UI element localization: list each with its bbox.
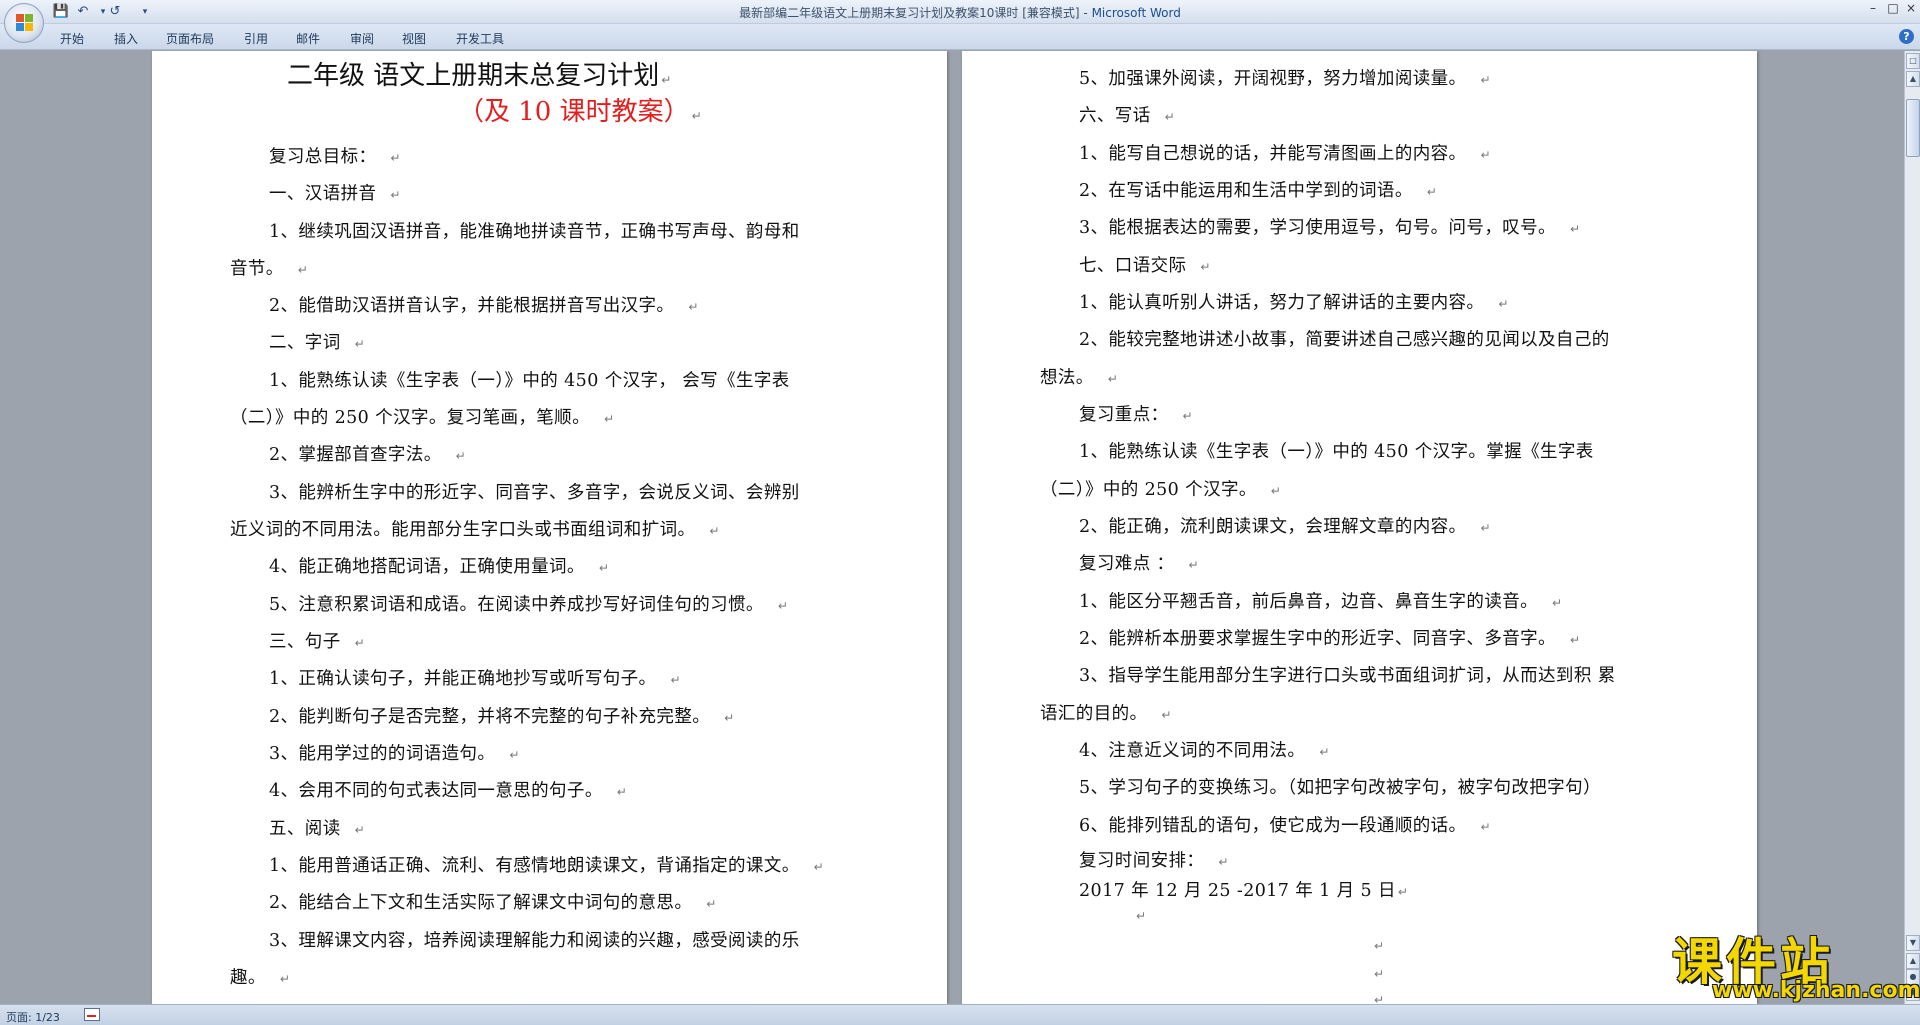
section-heading: 五、阅读 ↵ bbox=[269, 819, 366, 839]
vertical-scrollbar[interactable]: □ ▲ ▼ ▲ ● ▼ bbox=[1904, 51, 1920, 1004]
paragraph: 5、注意积累词语和成语。在阅读中养成抄写好词佳句的习惯。 ↵ bbox=[269, 595, 789, 615]
document-page-2[interactable]: 5、加强课外阅读，开阔视野，努力增加阅读量。 ↵ 六、写话 ↵ 1、能写自己想说的话… bbox=[962, 51, 1757, 1004]
section-heading: 七、口语交际 ↵ bbox=[1079, 256, 1211, 276]
paragraph: 1、能用普通话正确、流利、有感情地朗读课文，背诵指定的课文。 ↵ bbox=[269, 856, 825, 876]
section-heading: 复习重点： ↵ bbox=[1079, 405, 1193, 425]
paragraph: 4、会用不同的句式表达同一意思的句子。 ↵ bbox=[269, 781, 628, 801]
paragraph: 音节。 ↵ bbox=[230, 259, 309, 279]
paragraph: 1、继续巩固汉语拼音，能准确地拼读音节，正确书写声母、韵母和 bbox=[269, 222, 800, 242]
paragraph: 趣。 ↵ bbox=[230, 968, 291, 988]
status-bar: 页面: 1/23 bbox=[0, 1004, 1920, 1025]
paragraph: 1、能熟练认读《生字表（一）》中的 450 个汉字。掌握《生字表 bbox=[1079, 442, 1594, 462]
scroll-up-icon[interactable]: ▲ bbox=[1906, 71, 1920, 87]
paragraph: 2、掌握部首查字法。 ↵ bbox=[269, 445, 467, 465]
paragraph: 2、能较完整地讲述小故事，简要讲述自己感兴趣的见闻以及自己的 bbox=[1079, 330, 1610, 350]
section-heading: 二、字词 ↵ bbox=[269, 333, 366, 353]
tab-insert[interactable]: 插入 bbox=[114, 30, 138, 47]
section-heading: 六、写话 ↵ bbox=[1079, 106, 1176, 126]
office-logo-icon bbox=[16, 14, 34, 32]
document-page-1[interactable]: 二年级 语文上册期末总复习计划 ↵ （及 10 课时教案） ↵ 复习总目标： ↵ 一、… bbox=[152, 51, 947, 1004]
empty-paragraph: ↵ bbox=[1136, 909, 1147, 923]
paragraph: 2、能正确，流利朗读课文，会理解文章的内容。 ↵ bbox=[1079, 517, 1491, 537]
section-heading: 一、汉语拼音 ↵ bbox=[269, 184, 401, 204]
paragraph: （二）》中的 250 个汉字。 ↵ bbox=[1040, 480, 1282, 500]
paragraph: 语汇的目的。 ↵ bbox=[1040, 704, 1172, 724]
document-name: 最新部编二年级语文上册期末复习计划及教案10课时 [兼容模式] bbox=[739, 6, 1080, 20]
paragraph: 近义词的不同用法。能用部分生字口头或书面组词和扩词。 ↵ bbox=[230, 520, 720, 540]
ruler-toggle-icon[interactable]: □ bbox=[1906, 53, 1920, 69]
paragraph: 6、能排列错乱的语句，使它成为一段通顺的话。 ↵ bbox=[1079, 816, 1491, 836]
paragraph: 5、学习句子的变换练习。（如把字句改被字句，被字句改把字句） bbox=[1079, 778, 1601, 798]
section-heading: 三、句子 ↵ bbox=[269, 632, 366, 652]
app-name: Microsoft Word bbox=[1091, 6, 1181, 20]
paragraph: 2、在写话中能运用和生活中学到的词语。 ↵ bbox=[1079, 181, 1438, 201]
paragraph: 4、注意近义词的不同用法。 ↵ bbox=[1079, 741, 1330, 761]
tab-page-layout[interactable]: 页面布局 bbox=[166, 30, 214, 47]
paragraph: 2、能判断句子是否完整，并将不完整的句子补充完整。 ↵ bbox=[269, 707, 735, 727]
empty-paragraph: ↵ bbox=[1374, 993, 1385, 1004]
paragraph: 复习总目标： ↵ bbox=[269, 147, 401, 167]
paragraph: 3、指导学生能用部分生字进行口头或书面组词扩词，从而达到积 累 bbox=[1079, 666, 1616, 686]
tab-home[interactable]: 开始 bbox=[60, 30, 84, 47]
paragraph: 想法。 ↵ bbox=[1040, 368, 1119, 388]
tab-view[interactable]: 视图 bbox=[402, 30, 426, 47]
paragraph: 1、能区分平翘舌音，前后鼻音，边音、鼻音生字的读音。 ↵ bbox=[1079, 592, 1563, 612]
paragraph: 3、能根据表达的需要，学习使用逗号，句号。问号，叹号。 ↵ bbox=[1079, 218, 1581, 238]
watermark: 课件站 www.kjzhan.com bbox=[1668, 922, 1920, 1003]
section-heading: 复习时间安排： ↵ bbox=[1079, 851, 1229, 871]
empty-paragraph: ↵ bbox=[1374, 967, 1385, 981]
paragraph: （二）》中的 250 个汉字。复习笔画，笔顺。 ↵ bbox=[230, 408, 615, 428]
empty-paragraph: ↵ bbox=[1374, 939, 1385, 953]
office-button[interactable] bbox=[4, 3, 44, 43]
tab-mailings[interactable]: 邮件 bbox=[296, 30, 320, 47]
paragraph: 2、能结合上下文和生活实际了解课文中词句的意思。 ↵ bbox=[269, 893, 717, 913]
page-subtitle: （及 10 课时教案） ↵ bbox=[458, 97, 702, 127]
title-separator: - bbox=[1079, 6, 1092, 20]
paragraph: 3、能辨析生字中的形近字、同音字、多音字，会说反义词、会辨别 bbox=[269, 483, 800, 503]
scroll-thumb[interactable] bbox=[1906, 99, 1920, 157]
ribbon-tabs: 开始 插入 页面布局 引用 邮件 审阅 视图 开发工具 ? bbox=[0, 24, 1920, 50]
paragraph: 5、加强课外阅读，开阔视野，努力增加阅读量。 ↵ bbox=[1079, 69, 1491, 89]
paragraph: 3、理解课文内容，培养阅读理解能力和阅读的兴趣，感受阅读的乐 bbox=[269, 931, 800, 951]
tab-review[interactable]: 审阅 bbox=[350, 30, 374, 47]
section-heading: 复习难点 ： ↵ bbox=[1079, 554, 1199, 574]
paragraph: 1、能写自己想说的话，并能写清图画上的内容。 ↵ bbox=[1079, 144, 1491, 164]
paragraph: 3、能用学过的的词语造句。 ↵ bbox=[269, 744, 520, 764]
paragraph: 1、正确认读句子，并能正确地抄写或听写句子。 ↵ bbox=[269, 669, 681, 689]
paragraph: 4、能正确地搭配词语，正确使用量词。 ↵ bbox=[269, 557, 610, 577]
tab-developer[interactable]: 开发工具 bbox=[456, 30, 504, 47]
window-title: 最新部编二年级语文上册期末复习计划及教案10课时 [兼容模式] - Micros… bbox=[0, 4, 1920, 21]
close-button[interactable]: × bbox=[1900, 0, 1920, 18]
paragraph: 2017 年 12 月 25 -2017 年 1 月 5 日 ↵ bbox=[1079, 881, 1409, 901]
previous-page-icon[interactable]: ▲ bbox=[1906, 953, 1920, 969]
tab-references[interactable]: 引用 bbox=[244, 30, 268, 47]
document-workspace[interactable]: 二年级 语文上册期末总复习计划 ↵ （及 10 课时教案） ↵ 复习总目标： ↵ 一、… bbox=[0, 51, 1904, 1004]
title-bar: 💾 ↶ ▾ ↺ ▾ 最新部编二年级语文上册期末复习计划及教案10课时 [兼容模式… bbox=[0, 0, 1920, 43]
scroll-down-icon[interactable]: ▼ bbox=[1906, 935, 1920, 951]
paragraph: 2、能辨析本册要求掌握生字中的形近字、同音字、多音字。 ↵ bbox=[1079, 629, 1581, 649]
watermark-url: www.kjzhan.com bbox=[1712, 978, 1920, 1003]
paragraph: 1、能认真听别人讲话，努力了解讲话的主要内容。 ↵ bbox=[1079, 293, 1509, 313]
paragraph: 1、能熟练认读《生字表（一）》中的 450 个汉字， 会写《生字表 bbox=[269, 371, 790, 391]
proofing-icon[interactable] bbox=[84, 1008, 100, 1021]
page-count[interactable]: 页面: 1/23 bbox=[6, 1009, 60, 1025]
paragraph: 2、能借助汉语拼音认字，并能根据拼音写出汉字。 ↵ bbox=[269, 296, 699, 316]
help-icon[interactable]: ? bbox=[1899, 29, 1914, 44]
minimize-button[interactable]: – bbox=[1862, 0, 1884, 18]
page-title: 二年级 语文上册期末总复习计划 ↵ bbox=[287, 61, 672, 91]
